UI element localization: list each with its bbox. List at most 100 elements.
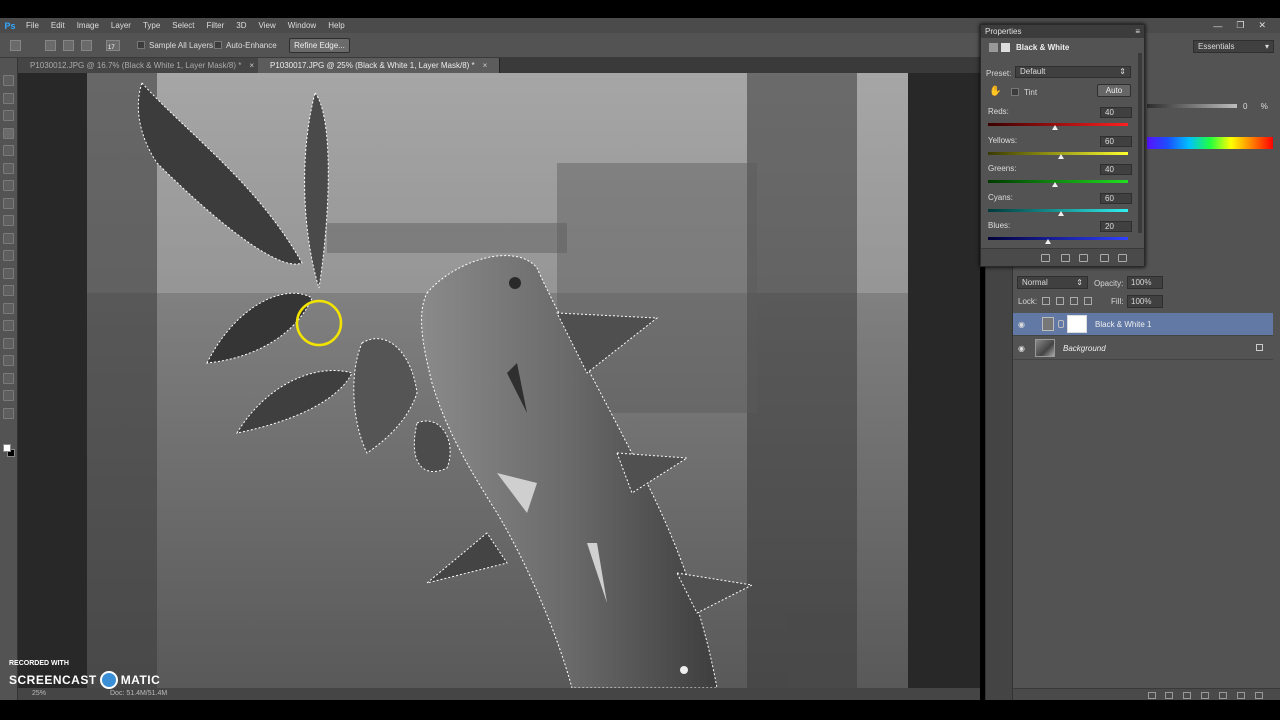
- slider-value-field[interactable]: 40: [1100, 107, 1132, 118]
- slider-value-field[interactable]: 20: [1100, 221, 1132, 232]
- new-selection-icon[interactable]: [45, 40, 56, 51]
- menu-image[interactable]: Image: [71, 21, 105, 30]
- zoom-level[interactable]: 25%: [32, 690, 46, 697]
- menu-filter[interactable]: Filter: [201, 21, 231, 30]
- eraser-tool-icon[interactable]: [3, 250, 14, 261]
- slider-track[interactable]: [988, 237, 1128, 240]
- auto-enhance-checkbox[interactable]: [214, 41, 222, 49]
- path-selection-icon[interactable]: [3, 355, 14, 366]
- auto-button[interactable]: Auto: [1097, 84, 1131, 97]
- color-spectrum[interactable]: [1147, 137, 1273, 149]
- pen-tool-icon[interactable]: [3, 320, 14, 331]
- slider-value-field[interactable]: 60: [1100, 135, 1132, 147]
- dodge-tool-icon[interactable]: [3, 302, 14, 314]
- menu-file[interactable]: File: [20, 21, 45, 30]
- tint-checkbox[interactable]: [1011, 88, 1019, 96]
- slider-thumb[interactable]: [1057, 153, 1064, 159]
- slider-value-field[interactable]: 40: [1100, 164, 1132, 175]
- new-adjustment-icon[interactable]: [1201, 692, 1209, 699]
- photo-canvas[interactable]: [87, 73, 908, 688]
- workspace-select[interactable]: Essentials ▾: [1193, 40, 1274, 53]
- refine-edge-button[interactable]: Refine Edge...: [289, 38, 350, 53]
- foreground-color-swatch[interactable]: [3, 444, 11, 452]
- clone-stamp-icon[interactable]: [3, 215, 14, 226]
- menu-help[interactable]: Help: [322, 21, 350, 30]
- eye-icon[interactable]: ◉: [1018, 344, 1028, 353]
- panel-menu-icon[interactable]: ≡: [1135, 25, 1140, 38]
- slider-value-field[interactable]: 60: [1100, 192, 1132, 204]
- add-mask-icon[interactable]: [1183, 692, 1191, 699]
- restore-icon[interactable]: ❐: [1236, 20, 1244, 31]
- properties-header[interactable]: Properties ≡: [981, 25, 1144, 38]
- slider-thumb[interactable]: [1051, 125, 1058, 130]
- menu-select[interactable]: Select: [166, 21, 200, 30]
- properties-panel: Properties ≡ Black & White Preset: Defau…: [980, 24, 1145, 267]
- subtract-from-selection-icon[interactable]: [81, 40, 92, 51]
- slider-thumb[interactable]: [1051, 182, 1058, 187]
- tab-p1030017[interactable]: P1030017.JPG @ 25% (Black & White 1, Lay…: [258, 58, 501, 73]
- shape-tool-icon[interactable]: [3, 372, 14, 384]
- marquee-tool-icon[interactable]: [3, 92, 14, 104]
- lock-position-icon[interactable]: [1070, 297, 1078, 305]
- history-brush-icon[interactable]: [3, 232, 14, 244]
- delete-icon[interactable]: [1118, 254, 1127, 262]
- tab-p1030012[interactable]: P1030012.JPG @ 16.7% (Black & White 1, L…: [18, 58, 267, 73]
- brush-tool-icon[interactable]: [3, 197, 14, 209]
- chevron-down-icon: ⇕: [1119, 67, 1126, 76]
- sample-all-layers-checkbox[interactable]: [137, 41, 145, 49]
- menu-type[interactable]: Type: [137, 21, 166, 30]
- menu-edit[interactable]: Edit: [45, 21, 71, 30]
- close-icon[interactable]: ✕: [1258, 20, 1266, 31]
- eyedropper-tool-icon[interactable]: [3, 162, 14, 174]
- hand-tool-icon[interactable]: [3, 390, 14, 401]
- slider-track[interactable]: [988, 123, 1128, 126]
- add-to-selection-icon[interactable]: [63, 40, 74, 51]
- new-group-icon[interactable]: [1219, 692, 1227, 699]
- opacity-field[interactable]: 100%: [1127, 276, 1163, 289]
- lasso-tool-icon[interactable]: [3, 110, 14, 121]
- clip-to-layer-icon[interactable]: [1041, 254, 1050, 262]
- blur-tool-icon[interactable]: [3, 285, 14, 296]
- mask-icon[interactable]: [1001, 43, 1010, 53]
- menu-window[interactable]: Window: [282, 21, 322, 30]
- preset-select[interactable]: Default ⇕: [1015, 66, 1131, 78]
- delete-layer-icon[interactable]: [1255, 692, 1263, 699]
- fill-field[interactable]: 100%: [1127, 295, 1163, 308]
- chain-link-icon[interactable]: [1058, 320, 1064, 328]
- lock-all-icon[interactable]: [1084, 297, 1092, 305]
- gray-slider[interactable]: [1147, 104, 1237, 108]
- close-tab-icon[interactable]: ×: [249, 61, 254, 70]
- targeted-adjustment-hand-icon[interactable]: ✋: [989, 87, 1001, 97]
- slider-thumb[interactable]: [1057, 210, 1064, 216]
- type-tool-icon[interactable]: [3, 337, 14, 349]
- layer-row-black-white[interactable]: ◉ Black & White 1: [1013, 313, 1273, 336]
- layer-row-background[interactable]: ◉ Background: [1013, 337, 1273, 360]
- blend-mode-select[interactable]: Normal ⇕: [1017, 276, 1088, 289]
- slider-track[interactable]: [988, 180, 1128, 183]
- lock-image-icon[interactable]: [1056, 297, 1064, 305]
- zoom-tool-icon[interactable]: [3, 407, 14, 419]
- visibility-icon[interactable]: [1100, 254, 1109, 262]
- menu-layer[interactable]: Layer: [105, 21, 137, 30]
- gradient-tool-icon[interactable]: [3, 267, 14, 279]
- menu-3d[interactable]: 3D: [230, 21, 252, 30]
- slider-thumb[interactable]: [1045, 239, 1052, 244]
- eye-icon[interactable]: ◉: [1018, 320, 1028, 329]
- view-previous-icon[interactable]: [1061, 254, 1070, 262]
- fx-icon[interactable]: [1165, 692, 1173, 699]
- lock-transparent-icon[interactable]: [1042, 297, 1050, 305]
- menu-view[interactable]: View: [253, 21, 282, 30]
- close-tab-icon[interactable]: ×: [483, 61, 488, 70]
- link-layers-icon[interactable]: [1148, 692, 1156, 699]
- reset-icon[interactable]: [1079, 254, 1088, 262]
- properties-scrollbar[interactable]: [1138, 53, 1142, 233]
- move-tool-icon[interactable]: [3, 75, 14, 86]
- healing-brush-icon[interactable]: [3, 180, 14, 191]
- quick-selection-tool-icon[interactable]: [10, 40, 21, 51]
- crop-tool-icon[interactable]: [3, 145, 14, 156]
- layer-mask-thumbnail[interactable]: [1067, 315, 1087, 333]
- quick-selection-tool-icon[interactable]: [3, 127, 14, 139]
- new-layer-icon[interactable]: [1237, 692, 1245, 699]
- adjustment-layer-icon: [989, 43, 998, 53]
- minimize-icon[interactable]: —: [1213, 21, 1222, 31]
